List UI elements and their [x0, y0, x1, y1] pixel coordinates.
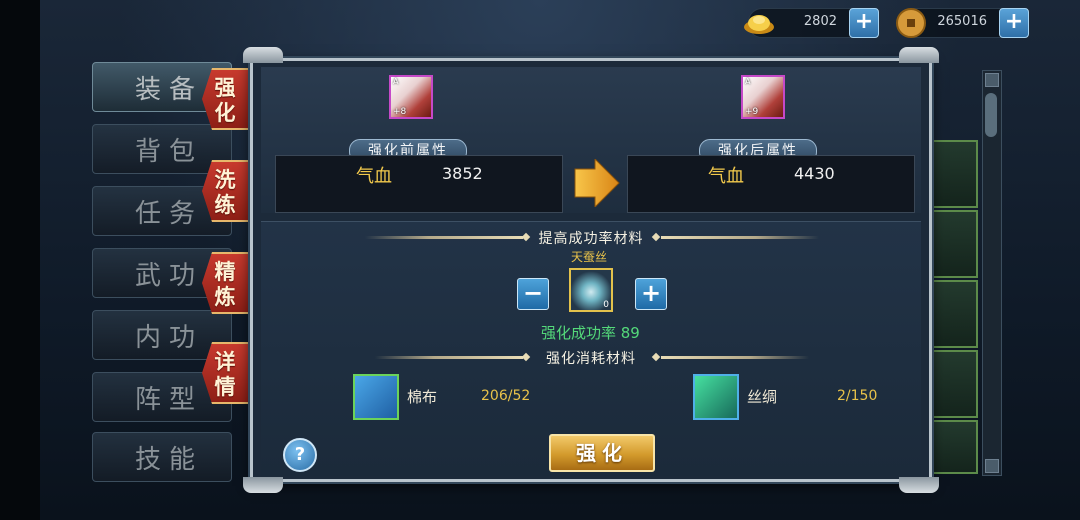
help-button[interactable]: ?: [283, 438, 317, 472]
item-grade: A: [393, 77, 399, 86]
list-item[interactable]: [930, 280, 978, 348]
after-attr-value: 4430: [794, 164, 835, 183]
material-count: 206/52: [481, 388, 531, 404]
material-name: 棉布: [407, 388, 438, 406]
success-rate-text: 强化成功率 89: [541, 324, 640, 342]
consume-materials-title: 强化消耗材料: [546, 351, 636, 367]
before-attr-box: 气血 3852: [275, 155, 563, 213]
item-level: +9: [745, 107, 759, 117]
silk-material-name: 天蚕丝: [571, 250, 608, 264]
frame-ornament: [243, 47, 283, 63]
frame-ornament: [899, 477, 939, 493]
frame-ornament: [243, 477, 283, 493]
silk-material-slot[interactable]: 0: [569, 268, 613, 312]
scroll-down-button[interactable]: [985, 459, 999, 473]
before-attr-value: 3852: [442, 164, 483, 183]
gold-ingot-currency: 2802 +: [744, 8, 879, 38]
before-attr-name: 气血: [356, 166, 392, 187]
scroll-up-button[interactable]: [985, 73, 999, 87]
gold-ingot-icon: [744, 15, 774, 34]
success-materials-title: 提高成功率材料: [538, 231, 644, 247]
ribbon-refine[interactable]: 精 炼: [202, 252, 250, 314]
silk-material-count: 0: [603, 300, 609, 310]
list-item[interactable]: [930, 140, 978, 208]
screen-edge: [0, 0, 40, 520]
copper-coin-currency: 265016 +: [896, 8, 1029, 38]
item-level: +8: [393, 107, 407, 117]
after-attr-box: 气血 4430: [627, 155, 915, 213]
after-attr-name: 气血: [708, 166, 744, 187]
increase-button[interactable]: +: [635, 278, 667, 310]
tab-skills[interactable]: 技能: [92, 432, 232, 482]
attribute-compare-panel: A +8 强化前属性 气血 3852 A +9 强化后属性 气血 4430: [261, 67, 921, 213]
item-after-slot[interactable]: A +9: [741, 75, 785, 119]
gold-ingot-amount: 2802: [803, 14, 837, 29]
add-copper-button[interactable]: +: [999, 8, 1029, 38]
cloth-bolt-icon[interactable]: [353, 374, 399, 420]
copper-coin-amount: 265016: [937, 14, 987, 29]
enhance-button[interactable]: 强化: [549, 434, 655, 472]
add-gold-button[interactable]: +: [849, 8, 879, 38]
item-before-slot[interactable]: A +8: [389, 75, 433, 119]
ribbon-enhance[interactable]: 强 化: [202, 68, 250, 130]
decrease-button[interactable]: −: [517, 278, 549, 310]
frame-ornament: [899, 47, 939, 63]
material-count: 2/150: [837, 388, 878, 404]
copper-coin-icon: [896, 8, 926, 38]
materials-panel: 提高成功率材料 天蚕丝 − 0 + 强化成功率 89 强化消耗材料 棉布 206…: [261, 221, 921, 476]
enhance-dialog: A +8 强化前属性 气血 3852 A +9 强化后属性 气血 4430 提高…: [243, 47, 939, 493]
silk-scroll-icon[interactable]: [693, 374, 739, 420]
scroll-thumb[interactable]: [985, 93, 997, 137]
list-item[interactable]: [930, 350, 978, 418]
list-item[interactable]: [930, 210, 978, 278]
arrow-right-icon: [574, 159, 620, 207]
material-name: 丝绸: [747, 388, 778, 406]
divider: [661, 356, 809, 359]
item-grade: A: [745, 77, 751, 86]
divider: [661, 236, 819, 239]
list-item[interactable]: [930, 420, 978, 474]
equipment-list-scrollbar[interactable]: [982, 70, 1002, 476]
ribbon-details[interactable]: 详 情: [202, 342, 250, 404]
ribbon-refine-stats[interactable]: 洗 练: [202, 160, 250, 222]
